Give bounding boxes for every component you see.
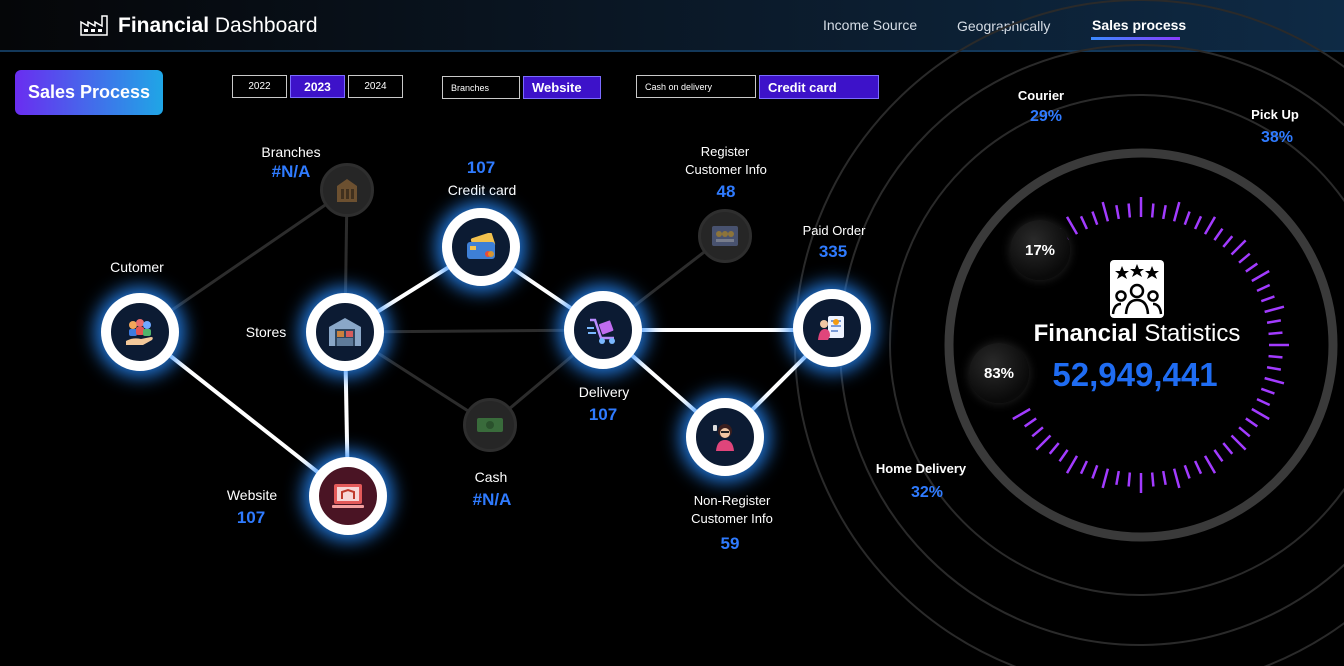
pct-top-bubble: 17% <box>1010 220 1070 280</box>
customer-hand-icon <box>126 319 153 345</box>
financial-statistics-total: 52,949,441 <box>1052 356 1218 393</box>
paid-order-label: Paid Order <box>802 223 866 238</box>
paid-order-value: 335 <box>818 242 848 261</box>
website-node[interactable] <box>309 457 387 535</box>
nonregister-value: 59 <box>720 534 740 553</box>
cash-label: Cash <box>474 469 508 485</box>
building-icon <box>337 179 357 202</box>
ring-tick <box>1127 472 1132 487</box>
courier-label: Courier <box>1017 88 1065 103</box>
ring-tick <box>1268 354 1283 359</box>
home-delivery-value: 32% <box>910 484 944 501</box>
ring-tick <box>1127 203 1132 218</box>
credit-card-icon <box>467 233 496 259</box>
ring-tick <box>1150 472 1155 487</box>
nonregister-node[interactable] <box>686 398 764 476</box>
store-icon <box>329 318 361 346</box>
pickup-label: Pick Up <box>1251 107 1299 122</box>
customer-label: Cutomer <box>110 259 164 275</box>
cash-node[interactable] <box>463 398 517 452</box>
financial-statistics-title: Financial Statistics <box>1033 320 1241 347</box>
branches-node[interactable] <box>320 163 374 217</box>
credit-card-label: Credit card <box>447 182 517 198</box>
delivery-label: Delivery <box>578 384 630 400</box>
rating-people-icon <box>1110 260 1164 318</box>
register-node[interactable] <box>698 209 752 263</box>
branches-value: #N/A <box>271 162 311 181</box>
customer-node[interactable] <box>101 293 179 371</box>
paid-order-icon <box>818 316 844 340</box>
pickup-value: 38% <box>1260 129 1294 146</box>
website-label: Website <box>226 487 278 503</box>
pct-bottom-bubble: 83% <box>969 343 1029 403</box>
nonregister-label-line1: Non-Register <box>693 493 771 508</box>
paid-order-node[interactable] <box>793 289 871 367</box>
website-value: 107 <box>236 508 266 527</box>
register-icon <box>712 226 738 246</box>
cash-value: #N/A <box>472 490 512 509</box>
credit-card-node[interactable] <box>442 208 520 286</box>
ring-tick <box>1150 203 1155 218</box>
cash-icon <box>477 418 503 432</box>
delivery-value: 107 <box>588 405 618 424</box>
dim-links <box>139 188 726 427</box>
credit-card-value: 107 <box>466 158 496 177</box>
delivery-icon <box>587 318 615 344</box>
stores-node[interactable] <box>306 293 384 371</box>
register-value: 48 <box>716 182 736 201</box>
courier-value: 29% <box>1029 108 1063 125</box>
nonregister-label-line2: Customer Info <box>691 511 773 526</box>
branches-label: Branches <box>261 144 321 160</box>
website-icon <box>332 484 364 508</box>
person-icon <box>713 424 734 451</box>
delivery-node[interactable] <box>564 291 642 369</box>
stores-label: Stores <box>245 324 287 340</box>
register-label-line2: Customer Info <box>685 162 767 177</box>
home-delivery-label: Home Delivery <box>875 461 967 476</box>
register-label-line1: Register <box>700 144 750 159</box>
ring-tick <box>1268 331 1283 336</box>
